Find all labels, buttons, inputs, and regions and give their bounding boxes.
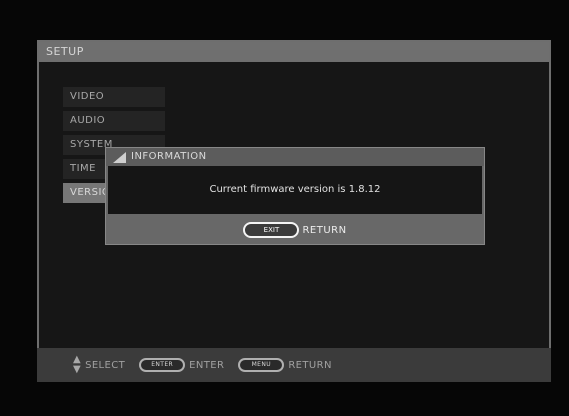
bottom-return-label: RETURN (288, 359, 332, 371)
setup-screen: SETUP VIDEO AUDIO SYSTEM TIME VERSION IN… (0, 0, 569, 416)
select-label: SELECT (85, 359, 126, 371)
exit-key-button[interactable]: EXIT (243, 222, 300, 238)
firmware-message: Current firmware version is 1.8.12 (108, 166, 482, 214)
up-down-arrow-icon: ▲ ▼ (73, 354, 82, 375)
menu-key-button[interactable]: MENU (238, 358, 285, 372)
dialog-corner-icon (113, 152, 126, 163)
enter-hint: ENTER ENTER (139, 358, 224, 372)
menu-item-audio[interactable]: AUDIO (63, 111, 165, 131)
information-title: INFORMATION (131, 151, 207, 162)
information-dialog: INFORMATION Current firmware version is … (105, 147, 485, 245)
menu-item-video[interactable]: VIDEO (63, 87, 165, 107)
select-hint: ▲ ▼ SELECT (73, 355, 125, 375)
dialog-return-control[interactable]: EXIT RETURN (106, 221, 484, 239)
dialog-return-label: RETURN (302, 224, 347, 236)
enter-label: ENTER (189, 359, 225, 371)
return-hint: MENU RETURN (238, 358, 332, 372)
enter-key-button[interactable]: ENTER (139, 358, 186, 372)
navigation-hint-bar: ▲ ▼ SELECT ENTER ENTER MENU RETURN (37, 348, 551, 382)
setup-title: SETUP (39, 42, 549, 62)
information-header: INFORMATION (106, 148, 484, 166)
